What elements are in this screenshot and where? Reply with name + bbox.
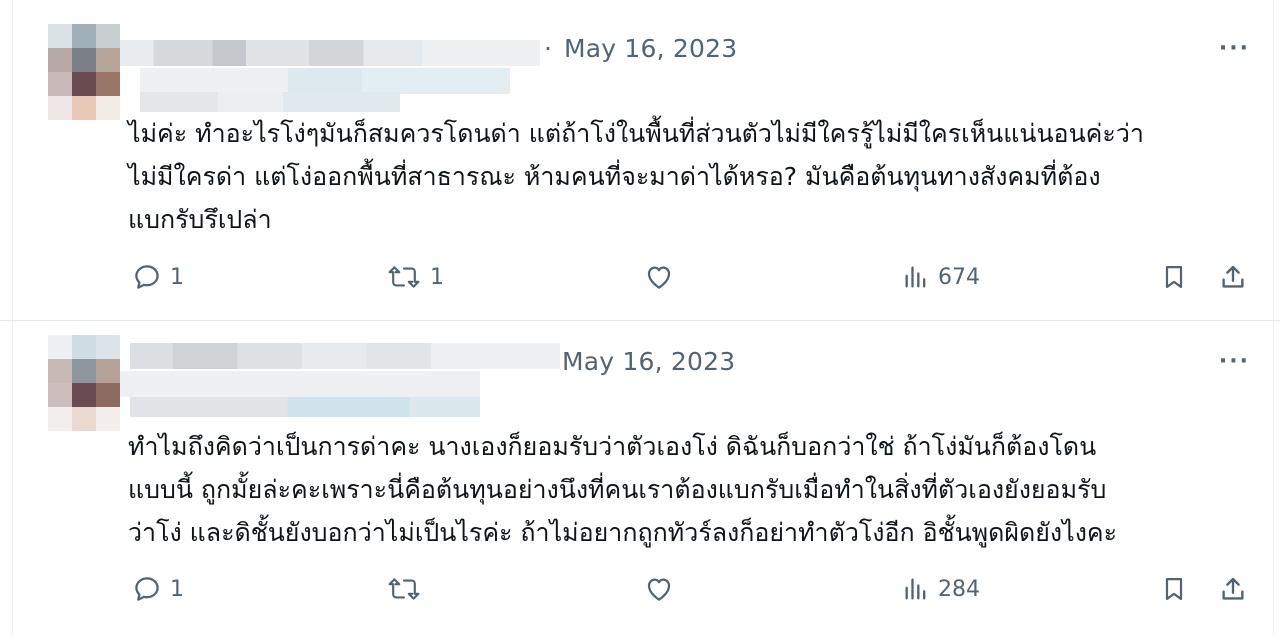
tweet-actions: 1 1 674 [0,257,1280,297]
tweet-text: ทำไมถึงคิดว่าเป็นการด่าคะ นางเองก็ยอมรับ… [128,425,1256,554]
retweet-icon [388,266,420,288]
tweet-text-line: ไม่มีใครด่า แต่โง่ออกพื้นที่สาธารณะ ห้าม… [128,162,1101,191]
bookmark-icon [1165,577,1183,601]
avatar[interactable] [48,335,120,431]
tweet[interactable]: · May 16, 2023 ··· ไม่ค่ะ ทำอะไรโง่ๆมันก… [0,0,1280,321]
reply-icon [135,577,159,601]
views-icon [905,578,926,600]
tweet-date[interactable]: May 16, 2023 [562,347,735,376]
more-icon[interactable]: ··· [1219,36,1250,61]
like-button[interactable] [643,257,683,297]
avatar[interactable] [48,24,120,120]
views-count: 674 [938,264,980,290]
retweet-icon [388,578,420,600]
bookmark-icon [1165,265,1183,289]
share-icon [1222,265,1244,288]
share-button[interactable] [1218,257,1248,297]
share-icon [1222,577,1244,600]
reply-button[interactable]: 1 [132,257,184,297]
tweet-text: ไม่ค่ะ ทำอะไรโง่ๆมันก็สมควรโดนด่า แต่ถ้า… [128,112,1256,241]
retweet-count: 1 [430,264,444,290]
reply-count: 1 [170,576,184,602]
views-count: 284 [938,576,980,602]
like-icon [647,578,671,601]
more-icon[interactable]: ··· [1219,349,1250,374]
reply-button[interactable]: 1 [132,569,184,609]
tweet-date[interactable]: May 16, 2023 [564,34,737,63]
bookmark-button[interactable] [1160,569,1188,609]
tweet[interactable]: May 16, 2023 ··· ทำไมถึงคิดว่าเป็นการด่า… [0,321,1280,636]
views-button[interactable]: 284 [902,569,980,609]
reply-icon [135,265,159,289]
retweet-button[interactable] [386,569,430,609]
share-button[interactable] [1218,569,1248,609]
retweet-button[interactable]: 1 [386,257,444,297]
tweet-text-line: แบกรับรึเปล่า [128,205,272,234]
tweet-text-line: แบบนี้ ถูกมั้ยล่ะคะเพราะนี่คือต้นทุนอย่า… [128,475,1107,504]
tweet-text-line: ว่าโง่ และดิชั้นยังบอกว่าไม่เป็นไรค่ะ ถ้… [128,518,1118,547]
views-button[interactable]: 674 [902,257,980,297]
separator-dot: · [544,34,553,63]
tweet-actions: 1 284 [0,569,1280,609]
bookmark-button[interactable] [1160,257,1188,297]
blurred-handle[interactable] [140,92,400,112]
views-icon [905,266,926,288]
like-icon [647,266,671,289]
reply-count: 1 [170,264,184,290]
like-button[interactable] [643,569,683,609]
blurred-handle[interactable] [130,397,480,417]
tweet-text-line: ไม่ค่ะ ทำอะไรโง่ๆมันก็สมควรโดนด่า แต่ถ้า… [128,119,1144,148]
tweet-text-line: ทำไมถึงคิดว่าเป็นการด่าคะ นางเองก็ยอมรับ… [128,432,1097,461]
